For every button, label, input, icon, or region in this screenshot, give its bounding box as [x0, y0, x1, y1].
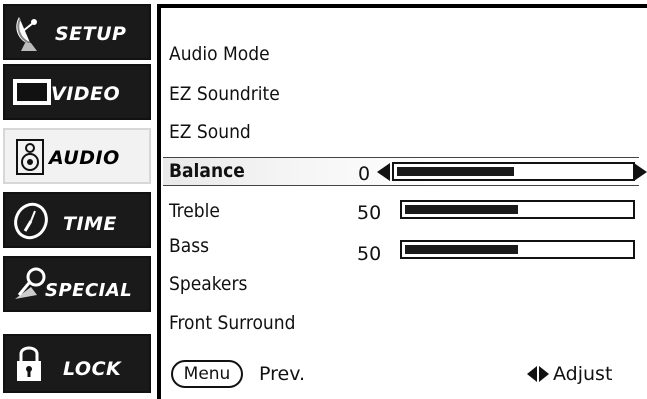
balance-slider-fill: [397, 167, 514, 176]
tab-label: AUDIO: [49, 147, 120, 169]
treble-slider[interactable]: [400, 200, 635, 219]
tab-label: TIME: [63, 213, 117, 235]
tab-setup[interactable]: SETUP: [3, 4, 151, 60]
tab-special[interactable]: SPECIAL: [3, 256, 151, 312]
menu-item-ez-soundrite[interactable]: EZ Soundrite: [169, 80, 280, 108]
clock-icon: [14, 202, 48, 240]
menu-item-front-surround[interactable]: Front Surround: [169, 309, 295, 337]
prev-label: Prev.: [259, 363, 306, 385]
right-arrow-icon[interactable]: [634, 163, 647, 181]
bass-slider[interactable]: [400, 240, 635, 259]
tab-label: SPECIAL: [45, 280, 133, 301]
tab-label: SETUP: [55, 23, 127, 45]
treble-slider-fill: [405, 205, 518, 214]
menu-item-balance[interactable]: Balance: [169, 157, 245, 185]
padlock-icon: [17, 346, 41, 381]
left-right-arrows-icon: [527, 366, 549, 382]
tab-video[interactable]: VIDEO: [3, 64, 151, 120]
speaker-icon: [16, 139, 44, 175]
satellite-dish-icon: [16, 17, 37, 51]
sidebar-tabs: SETUP VIDEO AUDIO TIME SPECIAL LOCK: [0, 0, 155, 393]
menu-item-bass[interactable]: Bass: [169, 232, 209, 260]
balance-slider[interactable]: [392, 162, 635, 181]
menu-item-speakers[interactable]: Speakers: [169, 270, 247, 298]
tab-time[interactable]: TIME: [3, 192, 151, 248]
divider: [163, 185, 639, 186]
adjust-label: Adjust: [553, 363, 613, 385]
tab-label: VIDEO: [51, 83, 121, 105]
bass-value: 50: [357, 243, 382, 265]
bass-slider-fill: [405, 245, 518, 254]
menu-item-treble[interactable]: Treble: [169, 197, 220, 225]
tab-lock[interactable]: LOCK: [3, 334, 151, 393]
tab-label: LOCK: [63, 358, 122, 380]
balance-value: 0: [358, 163, 371, 185]
menu-button[interactable]: Menu: [171, 360, 243, 388]
tab-audio[interactable]: AUDIO: [3, 128, 151, 184]
tv-screen-icon: [13, 79, 51, 105]
treble-value: 50: [357, 202, 382, 224]
menu-item-audio-mode[interactable]: Audio Mode: [169, 40, 270, 68]
left-arrow-icon[interactable]: [377, 163, 390, 181]
menu-item-ez-sound[interactable]: EZ Sound: [169, 118, 251, 146]
